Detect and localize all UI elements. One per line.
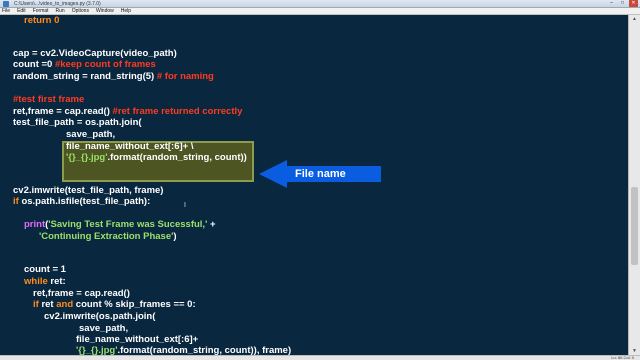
code-line: return 0 [24, 15, 60, 26]
text-cursor-icon: I [184, 202, 186, 209]
maximize-button[interactable]: □ [618, 0, 627, 7]
code-line: ret,frame = cap.read() [33, 288, 130, 299]
code-line: print('Saving Test Frame was Sucessful,'… [24, 219, 216, 230]
scroll-down-icon[interactable]: ▼ [630, 347, 639, 355]
window-title: C:\Users\...\video_to_images.py (3.7.0) [14, 1, 101, 7]
menu-edit[interactable]: Edit [17, 8, 26, 14]
minimize-button[interactable]: – [607, 0, 616, 7]
title-bar: C:\Users\...\video_to_images.py (3.7.0) … [0, 0, 640, 8]
menu-help[interactable]: Help [121, 8, 131, 14]
code-line: '{}_{}.jpg'.format(random_string, count)… [66, 152, 247, 163]
close-button[interactable]: ✕ [629, 0, 638, 7]
code-line: file_name_without_ext[:6]+ [76, 334, 199, 345]
menu-window[interactable]: Window [96, 8, 114, 14]
code-line: count = 1 [24, 264, 66, 275]
python-app-icon [3, 1, 9, 7]
code-line: 'Continuing Extraction Phase') [39, 231, 177, 242]
code-line: #test first frame [13, 94, 85, 105]
cursor-position: Ln: 86 Col: 0 [611, 355, 634, 360]
code-line: test_file_path = os.path.join( [13, 117, 142, 128]
code-line: random_string = rand_string(5) # for nam… [13, 71, 214, 82]
code-line: cv2.imwrite(os.path.join( [44, 311, 156, 322]
vertical-scrollbar[interactable]: ▲ ▼ [628, 15, 640, 355]
code-line: save_path, [79, 323, 129, 334]
code-line: if os.path.isfile(test_file_path): [13, 196, 151, 207]
code-line: ret,frame = cap.read() #ret frame return… [13, 106, 243, 117]
menu-bar: File Edit Format Run Options Window Help [0, 8, 640, 15]
file-name-callout-arrow: File name [259, 160, 381, 188]
code-line: '{}_{}.jpg'.format(random_string, count)… [76, 345, 292, 355]
file-name-callout-label: File name [295, 168, 346, 180]
code-line: cap = cv2.VideoCapture(video_path) [13, 48, 177, 59]
code-line: save_path, [66, 129, 116, 140]
code-line: file_name_without_ext[:6]+ \ [66, 141, 194, 152]
window-controls: – □ ✕ [607, 0, 638, 8]
code-editor[interactable]: return 0 cap = cv2.VideoCapture(video_pa… [0, 15, 628, 355]
menu-file[interactable]: File [2, 8, 10, 14]
menu-options[interactable]: Options [72, 8, 89, 14]
left-arrow-icon [259, 160, 287, 188]
code-line: cv2.imwrite(test_file_path, frame) [13, 185, 164, 196]
code-line: count =0 #keep count of frames [13, 59, 156, 70]
menu-format[interactable]: Format [33, 8, 49, 14]
status-bar: Ln: 86 Col: 0 [0, 355, 640, 360]
scrollbar-thumb[interactable] [631, 187, 638, 265]
code-line: if ret and count % skip_frames == 0: [33, 299, 196, 310]
code-line: while ret: [24, 276, 66, 287]
scroll-up-icon[interactable]: ▲ [630, 15, 639, 23]
menu-run[interactable]: Run [56, 8, 65, 14]
